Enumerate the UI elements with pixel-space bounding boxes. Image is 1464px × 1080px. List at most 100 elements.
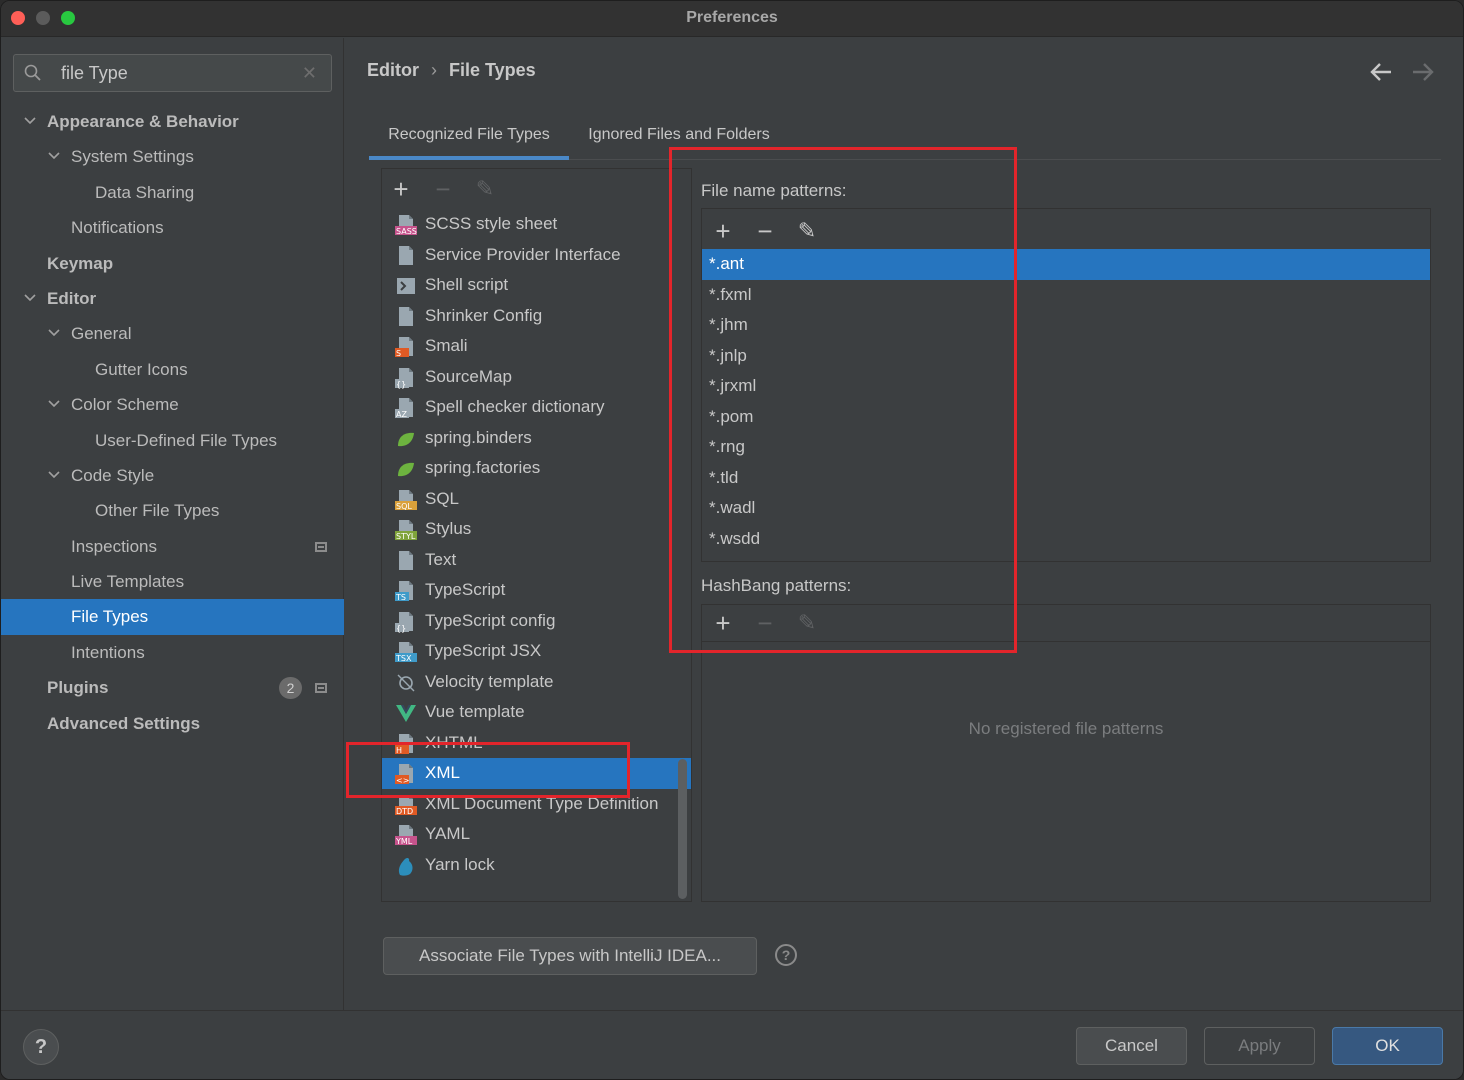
sidebar-item-label: Appearance & Behavior [47,112,239,131]
file-type-spell-checker-dictionary[interactable]: AZ Spell checker dictionary [382,392,691,423]
spring-leaf-icon [398,462,414,477]
sidebar-item-editor[interactable]: Editor [1,281,344,316]
svg-text:{}: {} [396,380,406,389]
file-type-label: spring.binders [425,427,532,447]
arrow-right-icon[interactable] [1411,62,1435,82]
svg-text:DTD: DTD [396,807,413,816]
tab-recognized-file-types[interactable]: Recognized File Types [369,118,569,160]
svg-text:TSX: TSX [395,654,412,663]
sidebar-item-label: Gutter Icons [95,359,188,379]
clear-search-icon[interactable]: ✕ [302,63,317,84]
arrow-left-icon[interactable] [1369,62,1393,82]
sidebar-item-live-templates[interactable]: Live Templates [1,564,344,599]
svg-text:AZ: AZ [396,410,407,419]
search-input[interactable]: file Type [61,63,128,84]
breadcrumb-separator: › [431,60,437,80]
remove-file-type-button[interactable]: − [430,173,456,207]
sidebar-item-label: Data Sharing [95,182,195,202]
file-type-typescript[interactable]: TS TypeScript [382,575,691,606]
sidebar-item-color-scheme[interactable]: Color Scheme [1,387,344,422]
file-type-text[interactable]: Text [382,545,691,576]
file-icon [399,245,413,265]
chevron-down-icon[interactable] [48,470,60,480]
chevron-down-icon[interactable] [24,293,36,303]
json-icon: {} [395,611,413,633]
file-type-label: SourceMap [425,366,512,386]
project-scope-icon [315,541,327,552]
file-type-spring-factories[interactable]: spring.factories [382,453,691,484]
file-type-vue-template[interactable]: Vue template [382,697,691,728]
apply-button[interactable]: Apply [1204,1027,1315,1065]
file-type-shrinker-config[interactable]: Shrinker Config [382,301,691,332]
sidebar-item-intentions[interactable]: Intentions [1,635,344,670]
file-type-spring-binders[interactable]: spring.binders [382,423,691,454]
file-type-velocity-template[interactable]: Velocity template [382,667,691,698]
file-type-label: Yarn lock [425,854,495,874]
file-type-shell-script[interactable]: Shell script [382,270,691,301]
file-type-service-provider-interface[interactable]: Service Provider Interface [382,240,691,271]
cancel-button[interactable]: Cancel [1076,1027,1187,1065]
velocity-icon [397,674,415,691]
file-type-scrollbar[interactable] [678,759,687,899]
add-file-type-button[interactable]: + [388,173,414,207]
breadcrumb-parent[interactable]: Editor [367,60,419,80]
file-icon [399,306,413,326]
search-icon [24,64,41,81]
sidebar-item-system-settings[interactable]: System Settings [1,139,344,174]
sidebar-item-appearance-behavior[interactable]: Appearance & Behavior [1,104,344,139]
json-icon: {} [395,367,413,389]
file-type-label: Shrinker Config [425,305,543,325]
sidebar-item-file-types[interactable]: File Types [1,599,344,635]
file-type-scss-style-sheet[interactable]: SASS SCSS style sheet [382,209,691,240]
window-title: Preferences [686,9,778,26]
help-icon[interactable]: ? [775,944,797,966]
file-type-label: Text [425,549,457,569]
sidebar-item-gutter-icons[interactable]: Gutter Icons [1,352,344,387]
chevron-down-icon[interactable] [48,328,60,338]
file-type-label: Stylus [425,519,472,538]
file-type-yaml[interactable]: YML YAML [382,819,691,850]
file-type-sql[interactable]: SQL SQL [382,484,691,515]
sidebar-item-user-defined-file-types[interactable]: User-Defined File Types [1,423,344,458]
sidebar-item-label: Advanced Settings [47,713,201,733]
file-type-yarn-lock[interactable]: Yarn lock [382,850,691,881]
sidebar-item-keymap[interactable]: Keymap [1,246,344,281]
settings-tree: Appearance & Behavior System Settings Data… [1,104,344,741]
spring-leaf-icon [398,432,414,446]
search-field[interactable]: file Type ✕ [13,54,332,92]
file-type-typescript-jsx[interactable]: TSX TypeScript JSX [382,636,691,667]
sidebar-item-code-style[interactable]: Code Style [1,458,344,493]
sidebar-item-label: Live Templates [71,572,185,592]
chevron-down-icon[interactable] [48,151,60,161]
sidebar-item-data-sharing[interactable]: Data Sharing [1,175,344,210]
sidebar-item-general[interactable]: General [1,316,344,351]
file-type-label: SCSS style sheet [425,214,558,233]
help-button[interactable]: ? [23,1029,59,1065]
sidebar-item-label: General [71,324,132,344]
sidebar-item-label: Code Style [71,465,155,485]
file-type-typescript-config[interactable]: {} TypeScript config [382,606,691,637]
sidebar-item-inspections[interactable]: Inspections [1,529,344,564]
file-type-label: Smali [425,336,468,355]
sidebar-item-plugins[interactable]: Plugins 2 [1,670,344,705]
svg-text:TS: TS [395,593,406,602]
sidebar-item-other-file-types[interactable]: Other File Types [1,493,344,528]
file-type-label: YAML [425,824,471,843]
file-type-smali[interactable]: S Smali [382,331,691,362]
sidebar-item-label: User-Defined File Types [95,430,278,450]
associate-file-types-button[interactable]: Associate File Types with IntelliJ IDEA.… [383,937,757,975]
ok-button[interactable]: OK [1332,1027,1443,1065]
tsx-icon: TSX [395,642,417,663]
file-type-label: TypeScript config [425,610,556,630]
chevron-down-icon[interactable] [24,116,36,126]
sidebar-item-notifications[interactable]: Notifications [1,210,344,245]
edit-file-type-button[interactable]: ✎ [472,173,498,207]
title-bar: Preferences [1,1,1463,37]
chevron-down-icon[interactable] [48,399,60,409]
file-type-sourcemap[interactable]: {} SourceMap [382,362,691,393]
sidebar-item-advanced-settings[interactable]: Advanced Settings [1,706,344,741]
file-type-label: TypeScript [425,580,506,599]
annotation-box-xml [346,742,630,798]
file-type-stylus[interactable]: STYL Stylus [382,514,691,545]
typescript-icon: TS [395,581,413,602]
